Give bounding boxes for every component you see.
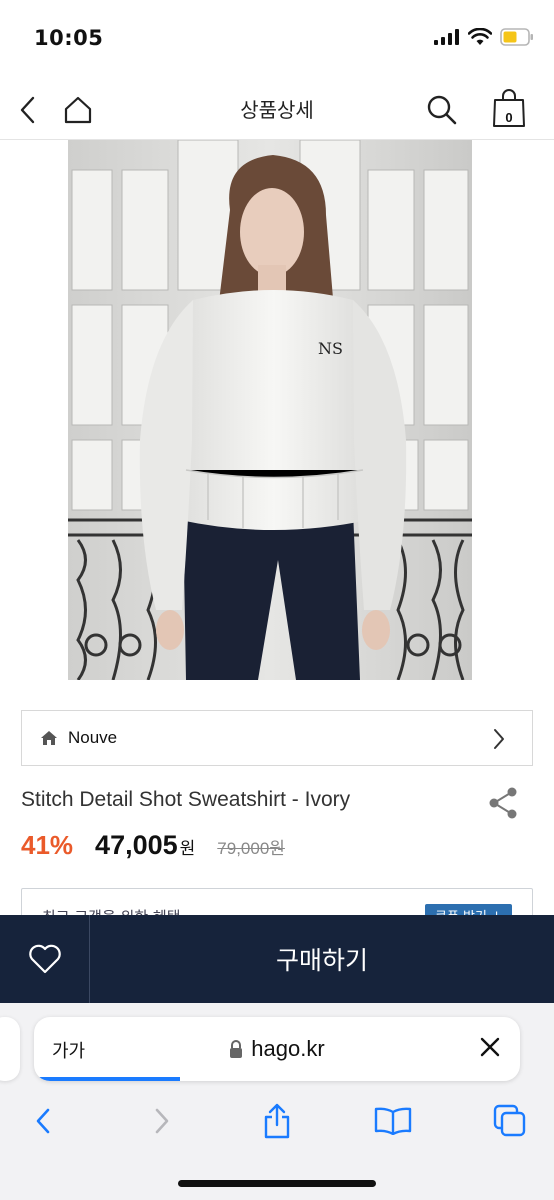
tabs-icon — [493, 1104, 526, 1137]
product-name: Stitch Detail Shot Sweatshirt - Ivory — [21, 788, 351, 811]
stop-loading-icon[interactable] — [478, 1035, 502, 1059]
previous-tab[interactable] — [0, 1017, 20, 1081]
chevron-left-icon — [36, 1108, 50, 1134]
heart-icon — [28, 944, 61, 974]
app-header: 상품상세 0 — [0, 80, 554, 140]
battery-icon — [500, 28, 533, 46]
product-photo: NS — [68, 140, 472, 680]
lock-icon — [230, 1040, 243, 1058]
cellular-signal-icon — [434, 29, 459, 45]
page-load-progress — [34, 1077, 180, 1081]
brand-name: Nouve — [68, 728, 118, 747]
cart-button[interactable]: 0 — [487, 88, 531, 132]
tabs-button[interactable] — [488, 1099, 532, 1143]
status-time: 10:05 — [34, 26, 104, 50]
product-image[interactable]: NS — [68, 140, 472, 680]
svg-text:NS: NS — [318, 339, 343, 358]
share-button[interactable] — [255, 1099, 299, 1143]
home-icon — [41, 731, 57, 745]
status-icons — [434, 28, 534, 46]
browser-chrome: 가가 hago.kr — [0, 1003, 554, 1200]
price-row: 41% 47,005 원 79,000원 — [21, 830, 285, 861]
buy-button[interactable]: 구매하기 — [90, 915, 554, 1003]
brand-row[interactable]: Nouve — [21, 710, 533, 766]
currency-unit: 원 — [179, 839, 196, 858]
share-icon — [264, 1103, 290, 1139]
browser-toolbar — [0, 1095, 554, 1145]
chevron-right-icon — [494, 729, 504, 749]
wifi-icon — [468, 28, 492, 45]
sale-price: 47,005 — [95, 830, 178, 860]
search-button[interactable] — [420, 88, 464, 132]
book-icon — [374, 1107, 412, 1135]
url-text: hago.kr — [251, 1036, 325, 1061]
buy-bar: 구매하기 — [0, 915, 554, 1003]
original-price: 79,000원 — [217, 839, 285, 858]
browser-back-button[interactable] — [21, 1099, 65, 1143]
home-indicator[interactable] — [178, 1180, 376, 1187]
page-title: 상품상세 — [240, 98, 314, 122]
url-display[interactable]: hago.kr — [34, 1036, 520, 1062]
cart-count: 0 — [505, 110, 513, 125]
search-icon — [427, 95, 457, 125]
share-icon[interactable] — [488, 787, 518, 819]
discount-rate: 41% — [21, 830, 74, 860]
address-bar[interactable]: 가가 hago.kr — [34, 1017, 520, 1081]
bookmarks-button[interactable] — [371, 1099, 415, 1143]
chevron-right-icon — [155, 1108, 169, 1134]
status-bar: 10:05 — [0, 0, 554, 80]
browser-forward-button[interactable] — [140, 1099, 184, 1143]
wishlist-button[interactable] — [0, 915, 90, 1003]
